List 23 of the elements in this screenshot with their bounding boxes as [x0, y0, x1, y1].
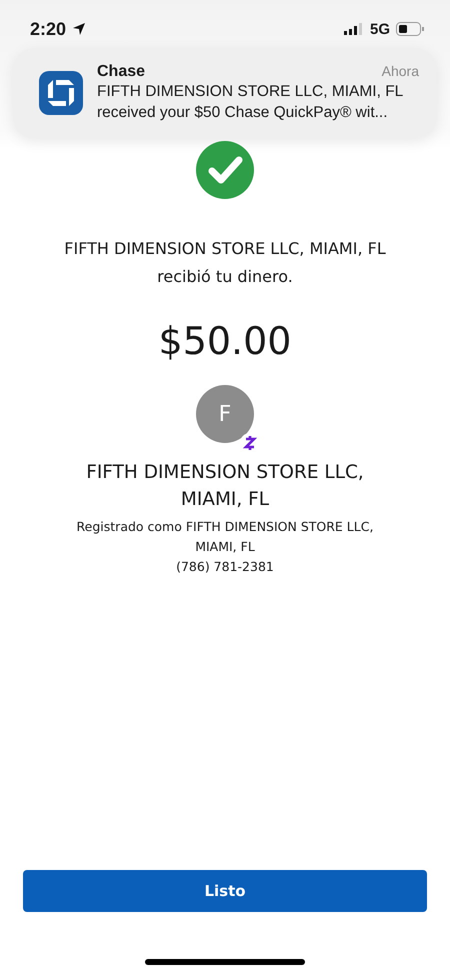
confirmation-message: FIFTH DIMENSION STORE LLC, MIAMI, FL — [64, 238, 386, 260]
registered-name: MIAMI, FL — [194, 538, 256, 556]
recipient-phone: (786) 781-2381 — [175, 558, 275, 576]
location-arrow-icon — [72, 22, 86, 36]
notification-time: Ahora — [382, 63, 419, 81]
recipient-name: MIAMI, FL — [180, 488, 270, 512]
notification-text: received your $50 Chase QuickPay® wit... — [97, 103, 389, 123]
notification-app-name: Chase — [97, 63, 146, 81]
battery-icon — [396, 22, 424, 36]
app-logo-icon — [39, 71, 83, 115]
signal-icon — [344, 23, 364, 35]
registered-name: Registrado como FIFTH DIMENSION STORE LLC, — [76, 518, 374, 536]
confirmation-message: recibió tu dinero. — [156, 266, 294, 288]
recipient-avatar: F — [196, 385, 254, 443]
notification-banner[interactable]: Chase Ahora FIFTH DIMENSION STORE LLC, MIAMI, FL received your $50 Chase QuickPay® wit... — [13, 48, 437, 138]
status-time: 2:20 — [30, 18, 66, 40]
recipient-name: FIFTH DIMENSION STORE LLC, — [86, 461, 364, 485]
zelle-icon — [240, 433, 260, 453]
success-check-icon — [196, 141, 254, 199]
done-button[interactable]: Listo — [23, 870, 427, 912]
amount: $50.00 — [158, 319, 292, 363]
notification-text: FIFTH DIMENSION STORE LLC, MIAMI, FL — [97, 82, 404, 102]
network-label: 5G — [370, 20, 390, 38]
